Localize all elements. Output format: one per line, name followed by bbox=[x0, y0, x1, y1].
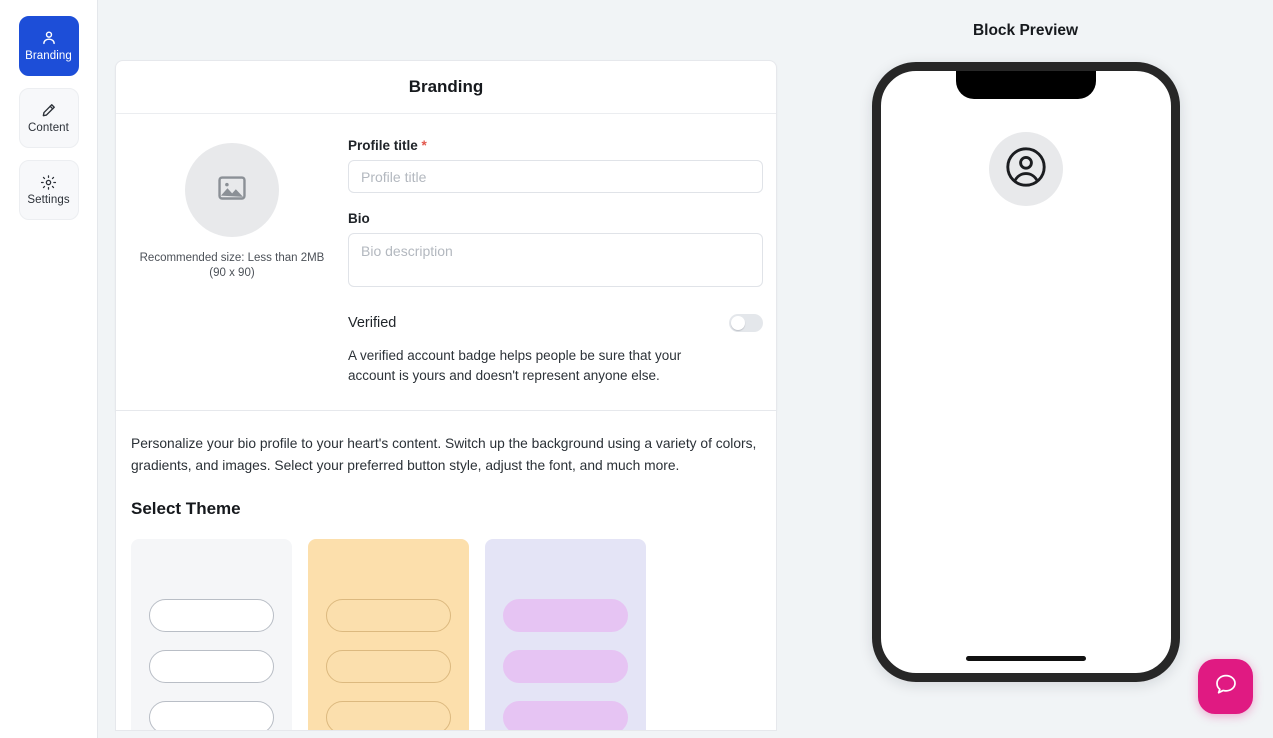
theme-pill bbox=[503, 650, 628, 683]
theme-list bbox=[131, 539, 744, 730]
theme-pill bbox=[503, 599, 628, 632]
sidebar-item-settings[interactable]: Settings bbox=[18, 160, 79, 220]
preview-avatar bbox=[988, 132, 1063, 206]
profile-title-field: Profile title * bbox=[348, 138, 763, 193]
sidebar-item-content[interactable]: Content bbox=[18, 88, 79, 148]
branding-card-header: Branding bbox=[116, 61, 776, 114]
profile-title-label-text: Profile title bbox=[348, 138, 418, 153]
theme-pill bbox=[326, 599, 451, 632]
theme-pill bbox=[149, 650, 274, 683]
sidebar-item-label: Content bbox=[28, 121, 69, 134]
sidebar: Branding Content Settings bbox=[0, 0, 98, 738]
chat-widget-button[interactable] bbox=[1198, 659, 1253, 714]
branding-fields: Profile title * Bio Verified bbox=[348, 138, 776, 386]
user-circle-icon bbox=[1002, 143, 1050, 196]
preview-column: Block Preview bbox=[778, 0, 1273, 738]
bio-label: Bio bbox=[348, 211, 370, 226]
phone-home-indicator bbox=[965, 656, 1086, 661]
image-placeholder-icon bbox=[215, 171, 249, 210]
sidebar-item-label: Settings bbox=[27, 193, 70, 206]
phone-notch bbox=[955, 71, 1096, 99]
user-icon bbox=[40, 29, 58, 47]
theme-pill bbox=[149, 599, 274, 632]
avatar-uploader: Recommended size: Less than 2MB (90 x 90… bbox=[116, 138, 348, 386]
avatar-upload-dropzone[interactable] bbox=[185, 143, 279, 237]
theme-panel: Personalize your bio profile to your hea… bbox=[115, 411, 777, 731]
theme-card[interactable] bbox=[131, 539, 292, 730]
gear-icon bbox=[40, 174, 57, 191]
profile-title-label: Profile title * bbox=[348, 138, 763, 153]
editor-column: Branding Recommended size: Less than 2MB… bbox=[98, 0, 778, 738]
verified-toggle[interactable] bbox=[729, 314, 763, 332]
chat-bubble-icon bbox=[1213, 671, 1239, 702]
verified-description: A verified account badge helps people be… bbox=[348, 348, 682, 383]
theme-card[interactable] bbox=[308, 539, 469, 730]
app-root: Branding Content Settings Branding Recom… bbox=[0, 0, 1273, 738]
branding-card: Branding Recommended size: Less than 2MB… bbox=[115, 60, 777, 411]
verified-label: Verified bbox=[348, 315, 397, 331]
sidebar-item-branding[interactable]: Branding bbox=[18, 16, 79, 76]
bio-textarea[interactable] bbox=[348, 233, 763, 287]
branding-card-body: Recommended size: Less than 2MB (90 x 90… bbox=[116, 114, 776, 410]
page-title: Branding bbox=[408, 77, 484, 96]
theme-pill bbox=[326, 701, 451, 730]
verified-row: Verified bbox=[348, 314, 763, 332]
pencil-icon bbox=[40, 102, 57, 119]
bio-field: Bio bbox=[348, 211, 763, 292]
theme-pill bbox=[326, 650, 451, 683]
select-theme-heading: Select Theme bbox=[131, 499, 241, 518]
theme-pill bbox=[149, 701, 274, 730]
preview-title: Block Preview bbox=[972, 22, 1079, 39]
toggle-knob bbox=[731, 316, 745, 330]
theme-pill bbox=[503, 701, 628, 730]
phone-preview bbox=[871, 62, 1180, 682]
personalize-intro: Personalize your bio profile to your hea… bbox=[131, 436, 757, 473]
avatar-size-hint: Recommended size: Less than 2MB (90 x 90… bbox=[139, 252, 325, 279]
profile-title-input[interactable] bbox=[348, 160, 763, 193]
theme-card[interactable] bbox=[485, 539, 646, 730]
required-marker: * bbox=[421, 138, 427, 153]
sidebar-item-label: Branding bbox=[25, 50, 72, 62]
